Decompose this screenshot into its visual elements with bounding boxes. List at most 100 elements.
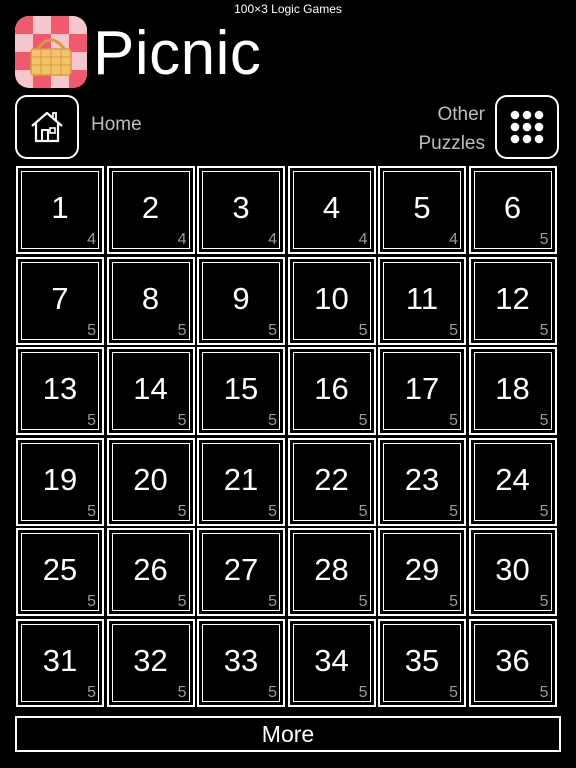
puzzle-tile[interactable]: 14 5 — [106, 347, 195, 435]
puzzle-tile[interactable]: 25 5 — [16, 528, 104, 616]
puzzle-tile[interactable]: 34 — [197, 166, 285, 254]
other-puzzles-button[interactable] — [495, 95, 559, 159]
other-puzzles-label[interactable]: Other Puzzles — [418, 100, 485, 158]
puzzle-tile[interactable]: 32 5 — [106, 618, 195, 707]
puzzle-tile[interactable]: 22 5 — [287, 437, 376, 526]
puzzle-difficulty: 5 — [539, 683, 549, 701]
puzzle-number: 16 — [314, 371, 349, 406]
puzzle-difficulty: 5 — [358, 502, 368, 520]
puzzle-number: 34 — [314, 642, 349, 678]
puzzle-difficulty: 4 — [358, 231, 368, 248]
puzzle-grid: 1 4 2 4 3 4 4 4 5 4 6 5 7 5 8 5 9 5 10 5 11 5 12 5 13 5 14 5 15 5 16 5 1… — [16, 166, 557, 707]
puzzle-tile[interactable]: 19 5 — [16, 437, 104, 526]
puzzle-difficulty: 5 — [539, 502, 549, 520]
home-label[interactable]: Home — [91, 114, 142, 136]
puzzle-number: 35 — [404, 642, 440, 678]
page-title: Picnic — [93, 19, 262, 88]
puzzle-tile[interactable]: 18 5 — [468, 347, 557, 435]
puzzle-difficulty: 4 — [268, 231, 277, 248]
puzzle-difficulty: 5 — [358, 321, 368, 339]
puzzle-difficulty: 5 — [87, 321, 96, 339]
puzzle-tile[interactable]: 44 — [287, 166, 376, 254]
puzzle-difficulty: 5 — [358, 412, 368, 429]
puzzle-difficulty: 5 — [449, 321, 458, 339]
puzzle-tile[interactable]: 10 5 — [287, 256, 376, 345]
puzzle-tile[interactable]: 23 5 — [378, 437, 466, 526]
puzzle-number: 1 — [51, 190, 69, 225]
puzzle-number: 30 — [495, 552, 530, 587]
puzzle-number: 13 — [42, 371, 78, 406]
puzzle-number: 8 — [141, 280, 160, 316]
puzzle-number: 18 — [495, 371, 530, 406]
puzzle-number: 20 — [133, 461, 168, 497]
puzzle-tile[interactable]: 36 5 — [468, 618, 557, 707]
puzzle-tile[interactable]: 21 5 — [197, 437, 285, 526]
puzzle-number: 28 — [314, 552, 349, 587]
puzzle-tile[interactable]: 54 — [378, 166, 466, 254]
puzzle-tile[interactable]: 20 5 — [106, 437, 195, 526]
puzzle-tile[interactable]: 34 5 — [287, 618, 376, 707]
puzzle-number: 11 — [405, 280, 439, 316]
more-button[interactable]: More — [15, 716, 561, 752]
puzzle-tile[interactable]: 30 5 — [468, 528, 557, 616]
puzzle-number: 15 — [223, 371, 259, 406]
puzzle-difficulty: 5 — [449, 683, 458, 701]
puzzle-tile[interactable]: 27 5 — [197, 528, 285, 616]
nine-dots-grid-icon — [510, 110, 544, 144]
puzzle-tile[interactable]: 31 5 — [16, 618, 104, 707]
puzzle-number: 14 — [133, 371, 168, 406]
puzzle-tile[interactable]: 15 5 — [197, 347, 285, 435]
puzzle-difficulty: 5 — [268, 321, 277, 339]
puzzle-tile[interactable]: 16 5 — [287, 347, 376, 435]
puzzle-number: 21 — [223, 461, 259, 497]
puzzle-number: 26 — [133, 552, 168, 587]
puzzle-difficulty: 5 — [539, 593, 549, 610]
puzzle-tile[interactable]: 17 5 — [378, 347, 466, 435]
puzzle-number: 25 — [42, 552, 78, 587]
puzzle-difficulty: 5 — [87, 412, 96, 429]
puzzle-tile[interactable]: 11 5 — [378, 256, 466, 345]
puzzle-difficulty: 5 — [539, 321, 549, 339]
puzzle-difficulty: 5 — [177, 683, 187, 701]
puzzle-tile[interactable]: 28 5 — [287, 528, 376, 616]
puzzle-number: 23 — [404, 461, 440, 497]
puzzle-tile[interactable]: 29 5 — [378, 528, 466, 616]
puzzle-tile[interactable]: 75 — [16, 256, 104, 345]
puzzle-tile[interactable]: 24 — [106, 166, 195, 254]
puzzle-tile[interactable]: 12 5 — [468, 256, 557, 345]
other-puzzles-line2: Puzzles — [418, 133, 485, 154]
puzzle-number: 33 — [223, 642, 259, 678]
puzzle-difficulty: 5 — [177, 412, 187, 429]
puzzle-difficulty: 5 — [449, 502, 458, 520]
puzzle-difficulty: 5 — [268, 683, 277, 701]
puzzle-number: 10 — [314, 280, 349, 316]
puzzle-difficulty: 5 — [268, 593, 277, 610]
puzzle-difficulty: 4 — [449, 231, 458, 248]
puzzle-number: 3 — [232, 190, 250, 225]
puzzle-number: 36 — [495, 642, 530, 678]
puzzle-tile[interactable]: 65 — [468, 166, 557, 254]
puzzle-difficulty: 5 — [358, 683, 368, 701]
home-button[interactable] — [15, 95, 79, 159]
puzzle-number: 24 — [495, 461, 530, 497]
puzzle-tile[interactable]: 95 — [197, 256, 285, 345]
puzzle-tile[interactable]: 33 5 — [197, 618, 285, 707]
puzzle-number: 19 — [42, 461, 78, 497]
puzzle-difficulty: 5 — [177, 593, 187, 610]
other-puzzles-line1: Other — [437, 104, 485, 125]
picnic-basket-icon — [15, 16, 87, 88]
puzzle-tile[interactable]: 13 5 — [16, 347, 104, 435]
puzzle-number: 4 — [322, 190, 341, 225]
puzzle-difficulty: 4 — [87, 231, 96, 248]
puzzle-difficulty: 5 — [449, 593, 458, 610]
puzzle-number: 32 — [133, 642, 168, 678]
puzzle-tile[interactable]: 26 5 — [106, 528, 195, 616]
puzzle-tile[interactable]: 24 5 — [468, 437, 557, 526]
puzzle-tile[interactable]: 14 — [16, 166, 104, 254]
puzzle-tile[interactable]: 85 — [106, 256, 195, 345]
puzzle-difficulty: 5 — [539, 412, 549, 429]
puzzle-number: 12 — [495, 280, 530, 316]
puzzle-number: 22 — [314, 461, 349, 497]
puzzle-difficulty: 5 — [449, 412, 458, 429]
puzzle-tile[interactable]: 35 5 — [378, 618, 466, 707]
